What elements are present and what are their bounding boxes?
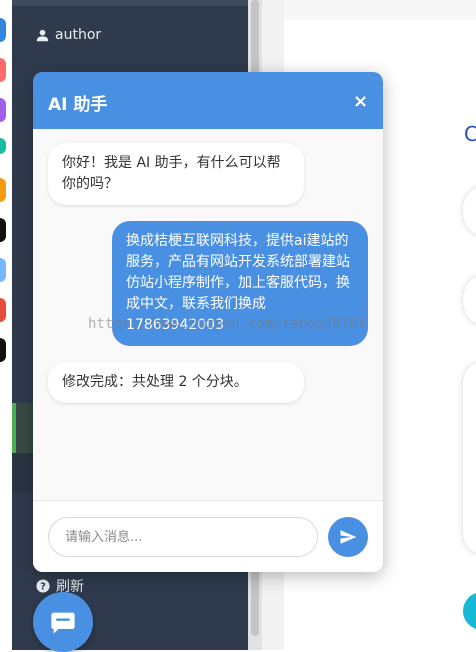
close-icon[interactable]: × xyxy=(353,91,368,112)
app-icon[interactable] xyxy=(0,58,6,82)
user-message: 换成桔梗互联网科技，提供ai建站的服务，产品有网站开发系统部署建站仿站小程序制作… xyxy=(112,221,368,346)
sidebar-item-author[interactable]: author xyxy=(36,27,101,43)
user-icon xyxy=(36,29,49,41)
message-input[interactable] xyxy=(48,517,318,557)
app-icon[interactable] xyxy=(0,218,6,242)
main-heading-fragment: C xyxy=(464,122,476,146)
bot-message: 修改完成：共处理 2 个分块。 xyxy=(48,362,304,403)
sidebar-top-strip xyxy=(12,0,248,6)
sidebar-item-label: author xyxy=(55,27,102,43)
app-icon-strip xyxy=(0,0,12,650)
question-circle-icon: ? xyxy=(36,579,50,593)
send-button[interactable] xyxy=(328,517,368,557)
chat-title: AI 助手 xyxy=(48,95,108,115)
paper-plane-icon xyxy=(340,530,357,544)
chat-toggle-button[interactable] xyxy=(33,592,93,652)
chat-messages: 你好！我是 AI 助手，有什么可以帮你的吗？ 换成桔梗互联网科技，提供ai建站的… xyxy=(33,129,383,500)
chat-bubble-icon xyxy=(51,612,75,634)
app-icon[interactable] xyxy=(0,298,6,322)
app-icon[interactable] xyxy=(0,98,6,122)
chat-header: AI 助手 × xyxy=(33,72,383,129)
app-icon[interactable] xyxy=(0,178,6,202)
app-icon[interactable] xyxy=(0,138,6,154)
chat-window: AI 助手 × 你好！我是 AI 助手，有什么可以帮你的吗？ 换成桔梗互联网科技… xyxy=(33,72,383,572)
app-icon[interactable] xyxy=(0,18,6,42)
main-card[interactable] xyxy=(463,362,476,554)
app-icon[interactable] xyxy=(0,338,6,362)
svg-text:?: ? xyxy=(40,582,46,593)
bot-message: 你好！我是 AI 助手，有什么可以帮你的吗？ xyxy=(48,143,304,205)
app-icon[interactable] xyxy=(0,258,6,282)
main-panel-header xyxy=(284,0,476,20)
chat-footer xyxy=(33,500,383,572)
